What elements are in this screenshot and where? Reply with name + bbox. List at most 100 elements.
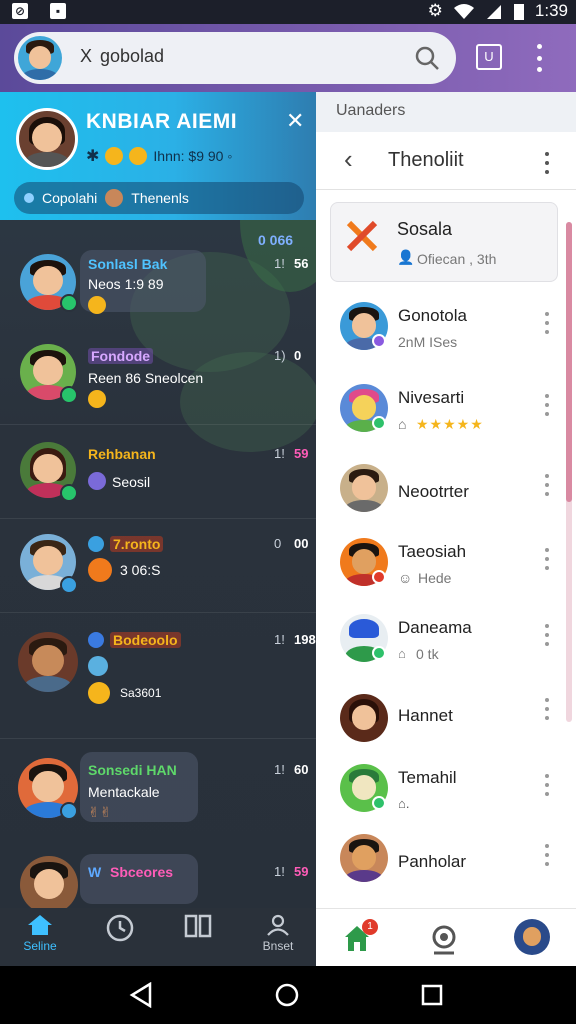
back-arrow-icon[interactable]: ‹	[344, 144, 353, 175]
contact-row[interactable]: Panholar	[316, 830, 566, 906]
chat-message: Mentackale	[88, 784, 160, 800]
chat-row[interactable]: Sonlasl Bak Neos 1:9 89 1! 56	[0, 248, 316, 328]
notifications-button[interactable]: 1	[342, 919, 378, 957]
chat-message: Sa3601	[120, 686, 162, 700]
emoji-icon	[88, 296, 106, 314]
time: 1:39	[534, 1, 568, 20]
divider	[0, 424, 316, 425]
recents-icon[interactable]	[420, 983, 444, 1007]
contact-row[interactable]: Temahil ⌂.	[316, 754, 566, 830]
chat-count: 59	[294, 864, 309, 879]
panel-header: Uanaders	[316, 92, 576, 132]
online-badge-icon	[60, 576, 78, 594]
contacts-panel: Uanaders ‹ Thenoliit Sosala 👤 Ofiecan , …	[316, 92, 576, 966]
back-icon[interactable]	[128, 982, 154, 1008]
more-options-icon[interactable]	[544, 394, 550, 416]
banner-pill[interactable]: Copolahi Thenenls	[14, 182, 304, 214]
contact-row[interactable]: Gonotola 2nM ISes	[316, 292, 566, 368]
chat-time: 1!	[274, 864, 285, 879]
search-input[interactable]: gobolad	[100, 46, 164, 67]
contact-avatar	[340, 694, 388, 742]
avatar-mini-icon	[105, 189, 124, 207]
status-badge	[372, 416, 386, 430]
chat-count: 0	[294, 348, 302, 363]
scrollbar-thumb[interactable]	[566, 222, 572, 502]
chat-row[interactable]: W Sbceores 1! 59	[0, 852, 316, 914]
more-options-icon[interactable]	[544, 624, 550, 646]
top-right-counter: 0 066	[258, 232, 294, 248]
chat-row[interactable]: Sonsedi HAN Mentackale ✌✌ 1! 60	[0, 748, 316, 838]
more-options-icon[interactable]	[544, 474, 550, 496]
contact-name: Taeosiah	[398, 542, 467, 561]
banner-subtitle-row: ✱ Ihnn: $9 90 ◦	[86, 146, 232, 166]
contact-row[interactable]: Hannet	[316, 684, 566, 760]
home-circle-icon[interactable]	[274, 982, 300, 1008]
banner-title: KNBIAR AIEMI	[86, 110, 238, 133]
more-options-icon[interactable]	[534, 44, 544, 72]
contact-name: Temahil	[398, 768, 457, 787]
contact-row[interactable]: Taeosiah ☺ Hede	[316, 528, 566, 604]
clock-icon	[106, 914, 134, 942]
chat-row[interactable]: Fondode Reen 86 Sneolcen 1) 0	[0, 336, 316, 416]
contact-name: Gonotola	[398, 306, 467, 325]
online-badge-icon	[60, 386, 78, 404]
nav-home[interactable]: Seline	[8, 914, 72, 953]
grid-icon	[184, 914, 212, 938]
more-options-icon[interactable]	[544, 548, 550, 570]
alarm-icon: ⚙	[427, 1, 443, 20]
contact-avatar	[340, 464, 388, 512]
person-icon: 👤	[397, 249, 415, 265]
contact-row[interactable]: Nivesarti ⌂ ★★★★★	[316, 374, 566, 450]
lock-icon: ⌂.	[398, 796, 410, 811]
status-badge	[372, 334, 386, 348]
divider	[0, 738, 316, 739]
contact-name: Nivesarti	[398, 388, 465, 407]
chat-row[interactable]: Bodeoolo Sa3601 1! 198	[0, 622, 316, 732]
status-badge	[372, 570, 386, 584]
promo-banner[interactable]: KNBIAR AIEMI ✕ ✱ Ihnn: $9 90 ◦ Copolahi …	[0, 92, 316, 220]
nav-grid[interactable]	[166, 914, 230, 941]
contact-avatar	[20, 856, 78, 914]
chat-row[interactable]: 7.ronto 3 06:S 0 00	[0, 528, 316, 608]
top-bar: X gobolad U	[0, 24, 576, 92]
featured-contact-card[interactable]: Sosala 👤 Ofiecan , 3th	[330, 202, 558, 282]
more-options-icon[interactable]	[544, 152, 550, 174]
search-icon[interactable]	[414, 45, 440, 71]
chat-row[interactable]: Rehbanan Seosil 1! 59	[0, 434, 316, 514]
status-dot-icon	[24, 193, 34, 203]
profile-avatar[interactable]	[514, 919, 550, 955]
chat-message: Seosil	[112, 474, 151, 490]
nav-home-label: Seline	[23, 939, 57, 953]
app-button[interactable]: U	[476, 44, 502, 70]
lock-icon: ⌂	[398, 646, 406, 661]
emoji-icon	[88, 390, 106, 408]
user-avatar[interactable]	[18, 36, 62, 80]
emoji-icon	[105, 147, 124, 165]
nav-profile[interactable]: Bnset	[246, 914, 310, 953]
chat-name: 7.ronto	[110, 536, 164, 552]
nav-history[interactable]	[88, 914, 152, 945]
emoji-icon	[129, 147, 148, 165]
nav-profile-label: Bnset	[262, 939, 294, 953]
search-bar[interactable]: X gobolad	[14, 32, 456, 84]
divider	[0, 518, 316, 519]
chat-name: Bodeoolo	[110, 632, 181, 648]
panel-title-bar: ‹ Thenoliit	[316, 132, 576, 190]
gift-icon: ⌂	[398, 416, 407, 432]
pill-text-2: Thenenls	[131, 190, 189, 206]
camera-icon[interactable]	[428, 923, 460, 955]
status-bar: ⊘ ▪ ⚙ 1:39	[0, 0, 576, 24]
chat-time: 1!	[274, 632, 285, 647]
close-icon[interactable]: ✕	[286, 108, 304, 134]
contact-row[interactable]: Daneama ⌂ 0 tk	[316, 604, 566, 680]
more-options-icon[interactable]	[544, 312, 550, 334]
status-badge	[372, 646, 386, 660]
chat-message: Neos 1:9 89	[88, 276, 164, 292]
scrollbar[interactable]	[566, 222, 572, 722]
more-options-icon[interactable]	[544, 774, 550, 796]
more-options-icon[interactable]	[544, 844, 550, 866]
contact-row[interactable]: Neootrter	[316, 458, 566, 534]
emoji-icon	[88, 682, 110, 704]
online-badge-icon	[60, 802, 78, 820]
more-options-icon[interactable]	[544, 698, 550, 720]
